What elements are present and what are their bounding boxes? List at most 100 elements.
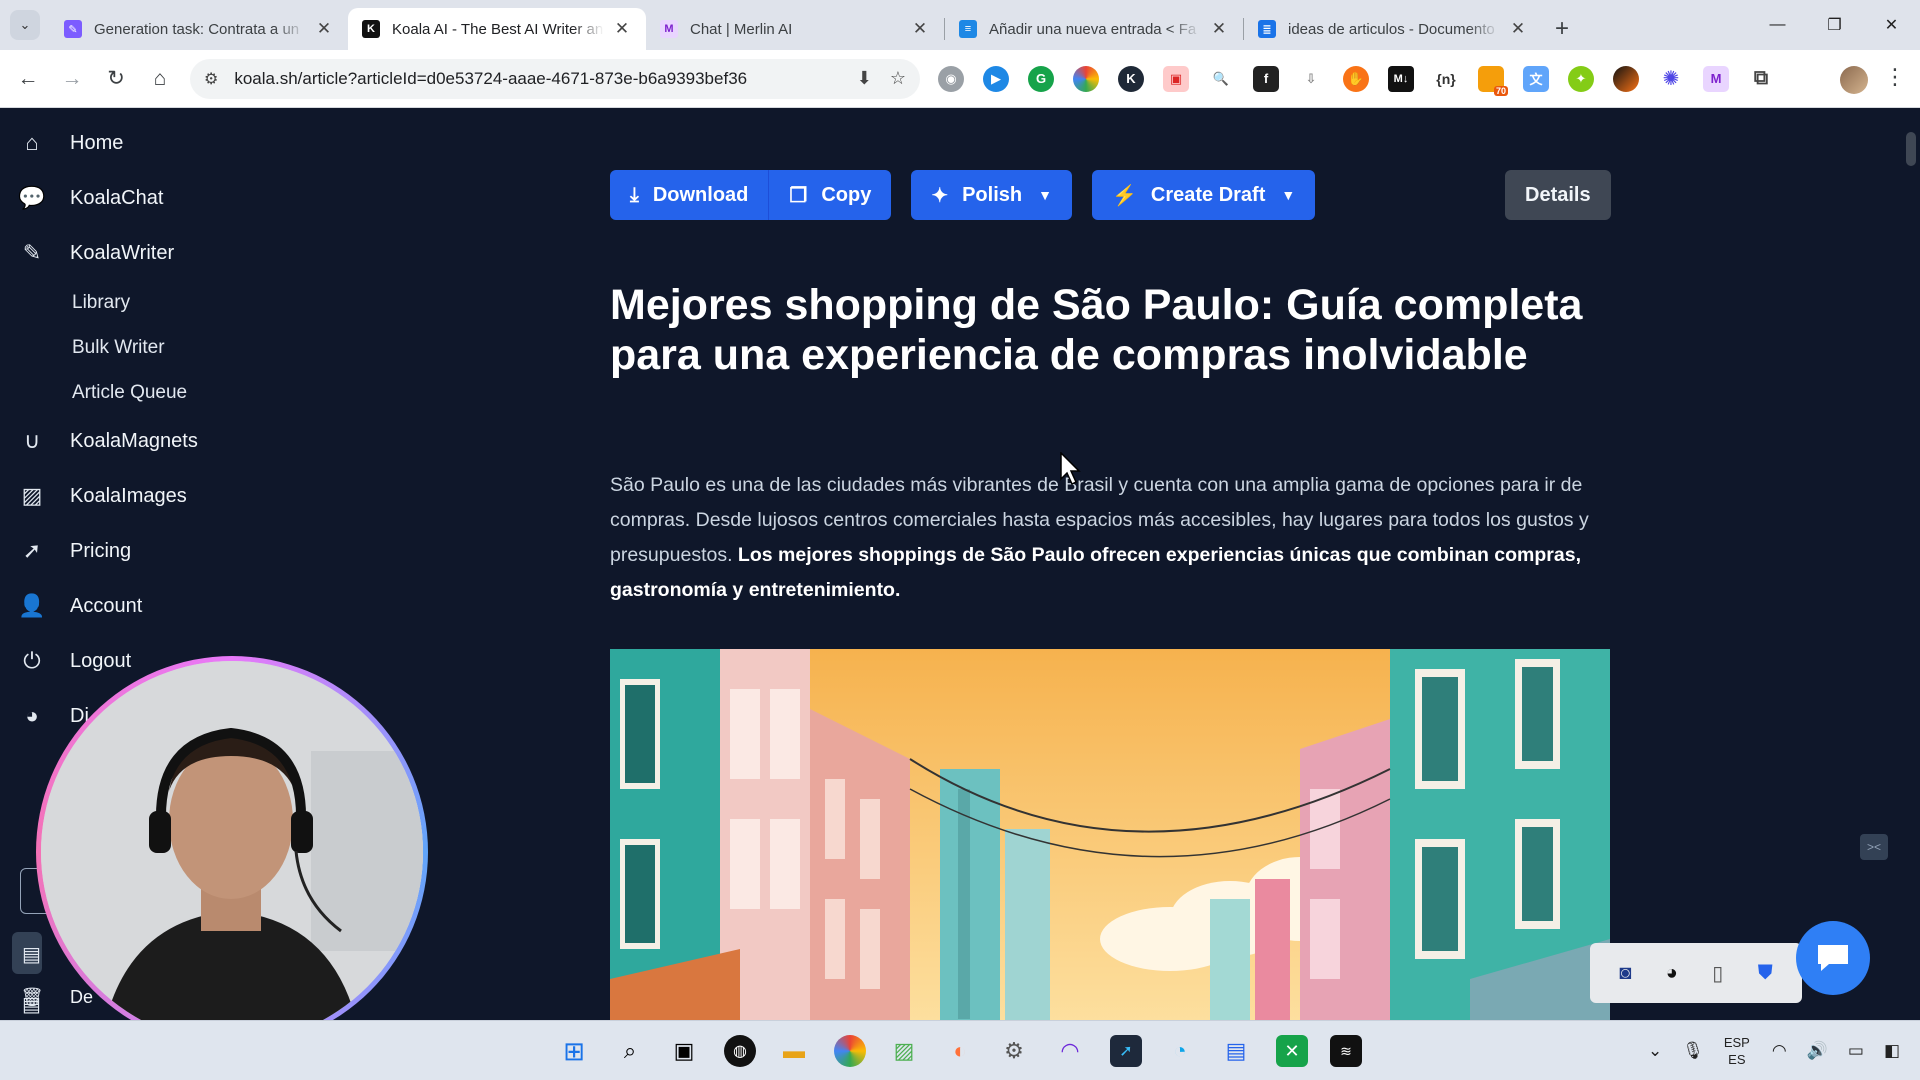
app-icon[interactable]: ◍ xyxy=(724,1035,756,1067)
badge-extension-icon[interactable]: 70 xyxy=(1478,65,1508,96)
file-explorer-icon[interactable]: ▬ xyxy=(778,1035,810,1067)
app-icon[interactable]: ≋ xyxy=(1330,1035,1362,1067)
minimize-icon[interactable]: — xyxy=(1749,0,1806,50)
sidebar-item-delete[interactable]: 🗑 De xyxy=(18,980,93,1014)
sidebar-item-logout[interactable]: ⏻ Logout xyxy=(18,644,131,678)
bookmark-star-icon[interactable]: ☆ xyxy=(890,68,906,89)
sidebar-item-discord[interactable]: ◕ Di xyxy=(18,699,89,733)
document-icon[interactable]: ▤ xyxy=(22,942,41,967)
windows-start-icon[interactable]: ⊞ xyxy=(558,1035,590,1067)
chrome-icon[interactable] xyxy=(834,1035,866,1067)
frame-extension-icon[interactable]: ▣ xyxy=(1163,65,1189,92)
collapse-icon[interactable]: >< xyxy=(1860,834,1888,860)
forward-icon[interactable]: → xyxy=(50,59,94,99)
browser-menu-icon[interactable]: ⋮ xyxy=(1884,64,1906,90)
home-icon[interactable]: ⌂ xyxy=(138,59,182,99)
close-icon[interactable]: ✕ xyxy=(1508,19,1528,39)
install-icon[interactable]: ⬇ xyxy=(857,68,872,89)
sidebar-item-koalaimages[interactable]: ▨ KoalaImages xyxy=(18,479,187,513)
shield-icon[interactable]: ⛊ xyxy=(1758,962,1773,985)
wifi-icon[interactable]: ◠ xyxy=(1772,1041,1787,1061)
app-tray-icon[interactable]: ◙ xyxy=(1619,962,1631,985)
close-window-icon[interactable]: ✕ xyxy=(1863,0,1920,50)
page-scrollbar[interactable] xyxy=(1903,108,1920,1020)
sidebar-item-label: De xyxy=(70,986,94,1007)
search-icon[interactable]: ⌕ xyxy=(614,1035,646,1067)
tab-search-button[interactable]: ⌄ xyxy=(0,0,50,50)
street-illustration xyxy=(610,649,1610,1020)
md-extension-icon[interactable]: M↓ xyxy=(1388,65,1414,92)
hand-extension-icon[interactable]: ✋ xyxy=(1343,65,1369,92)
language-indicator[interactable]: ESP ES xyxy=(1724,1034,1750,1068)
sidebar-item-home[interactable]: ⌂ Home xyxy=(18,126,123,160)
leaf-extension-icon[interactable]: ✦ xyxy=(1568,65,1594,92)
microphone-icon[interactable]: 🎙 xyxy=(1682,1041,1704,1061)
profile-avatar[interactable] xyxy=(1840,66,1868,94)
xbox-icon[interactable]: ✕ xyxy=(1276,1035,1308,1067)
firefox-icon[interactable]: ◐ xyxy=(944,1035,976,1067)
restore-icon[interactable]: ❐ xyxy=(1806,0,1863,50)
sidebar-item-koalamagnets[interactable]: ∪ KoalaMagnets xyxy=(18,424,198,458)
close-icon[interactable]: ✕ xyxy=(910,19,930,39)
url-bar[interactable]: ⚙ koala.sh/article?articleId=d0e53724-aa… xyxy=(190,58,920,99)
magnet-icon: ∪ xyxy=(23,428,41,453)
edge-icon[interactable]: ◔ xyxy=(1164,1035,1196,1067)
browser-tab[interactable]: M Chat | Merlin AI ✕ xyxy=(646,8,944,50)
sidebar-item-koalawriter[interactable]: ✎ KoalaWriter xyxy=(18,236,174,270)
close-icon[interactable]: ✕ xyxy=(612,19,632,39)
sidebar-subitem-library[interactable]: Library xyxy=(72,292,130,314)
sidebar-subitem-bulk-writer[interactable]: Bulk Writer xyxy=(72,337,165,359)
translate-extension-icon[interactable]: 文 xyxy=(1523,65,1549,92)
browser-tab-active[interactable]: K Koala AI - The Best AI Writer an ✕ xyxy=(348,8,646,50)
polish-button[interactable]: ✦ Polish ▼ xyxy=(911,170,1072,220)
copy-button[interactable]: ❐ Copy xyxy=(769,170,892,220)
headphones-icon[interactable]: ◠ xyxy=(1054,1035,1086,1067)
back-icon[interactable]: ← xyxy=(6,59,50,99)
scrollbar-thumb[interactable] xyxy=(1906,132,1916,166)
sidebar-subitem-article-queue[interactable]: Article Queue xyxy=(72,382,187,404)
usb-icon[interactable]: ▯ xyxy=(1712,961,1723,986)
circle-extension-icon[interactable] xyxy=(1613,65,1639,92)
reload-icon[interactable]: ↻ xyxy=(94,59,138,99)
camera-extension-icon[interactable]: ◉ xyxy=(938,65,964,92)
close-icon[interactable]: ✕ xyxy=(1209,19,1229,39)
zoom-extension-icon[interactable]: 🔍 xyxy=(1208,66,1234,92)
sidebar-item-pricing[interactable]: ➚ Pricing xyxy=(18,534,131,568)
chat-widget-button[interactable] xyxy=(1796,921,1870,995)
play-extension-icon[interactable]: ▶ xyxy=(983,65,1009,92)
app-icon[interactable]: ➚ xyxy=(1110,1035,1142,1067)
task-view-icon[interactable]: ▣ xyxy=(668,1035,700,1067)
create-draft-button[interactable]: ⚡ Create Draft ▼ xyxy=(1091,170,1316,220)
color-extension-icon[interactable] xyxy=(1073,65,1099,92)
bracket-extension-icon[interactable]: {n} xyxy=(1433,66,1459,92)
url-text[interactable]: koala.sh/article?articleId=d0e53724-aaae… xyxy=(234,69,838,89)
browser-tab[interactable]: ≡ Añadir una nueva entrada < Fa ✕ xyxy=(945,8,1243,50)
details-button[interactable]: Details xyxy=(1505,170,1611,220)
chevron-down-icon: ▼ xyxy=(1281,187,1296,203)
gear-extension-icon[interactable]: ✺ xyxy=(1658,66,1684,92)
notes-icon[interactable]: ▤ xyxy=(1220,1035,1252,1067)
close-icon[interactable]: ✕ xyxy=(314,19,334,39)
chevron-up-icon[interactable]: ⌄ xyxy=(1648,1041,1662,1061)
battery-icon[interactable]: ▭ xyxy=(1848,1041,1864,1061)
browser-tab[interactable]: ≣ ideas de articulos - Documento ✕ xyxy=(1244,8,1542,50)
settings-gear-icon[interactable]: ⚙ xyxy=(998,1035,1030,1067)
k-extension-icon[interactable]: K xyxy=(1118,65,1144,92)
volume-icon[interactable]: 🔊 xyxy=(1807,1041,1828,1061)
download-extension-icon[interactable]: ⇩ xyxy=(1298,66,1324,92)
sidebar-item-account[interactable]: 👤 Account xyxy=(18,589,142,623)
new-tab-button[interactable]: + xyxy=(1542,8,1582,50)
f-extension-icon[interactable]: f xyxy=(1253,65,1279,92)
photos-icon[interactable]: ▨ xyxy=(888,1035,920,1067)
site-settings-icon[interactable]: ⚙ xyxy=(204,69,218,89)
app-tray-icon[interactable]: ◕ xyxy=(1666,962,1678,985)
sidebar-item-label: Logout xyxy=(70,649,132,672)
power-icon: ⏻ xyxy=(23,648,41,673)
browser-tab[interactable]: ✎ Generation task: Contrata a un ✕ xyxy=(50,8,348,50)
puzzle-extensions-icon[interactable]: ⧉ xyxy=(1748,66,1774,92)
merlin-extension-icon[interactable]: M xyxy=(1703,65,1729,92)
notification-icon[interactable]: ◧ xyxy=(1884,1041,1900,1061)
download-button[interactable]: ⤓ Download xyxy=(610,170,770,220)
sidebar-item-koalachat[interactable]: 💬 KoalaChat xyxy=(18,181,163,215)
grammarly-extension-icon[interactable]: G xyxy=(1028,65,1054,92)
